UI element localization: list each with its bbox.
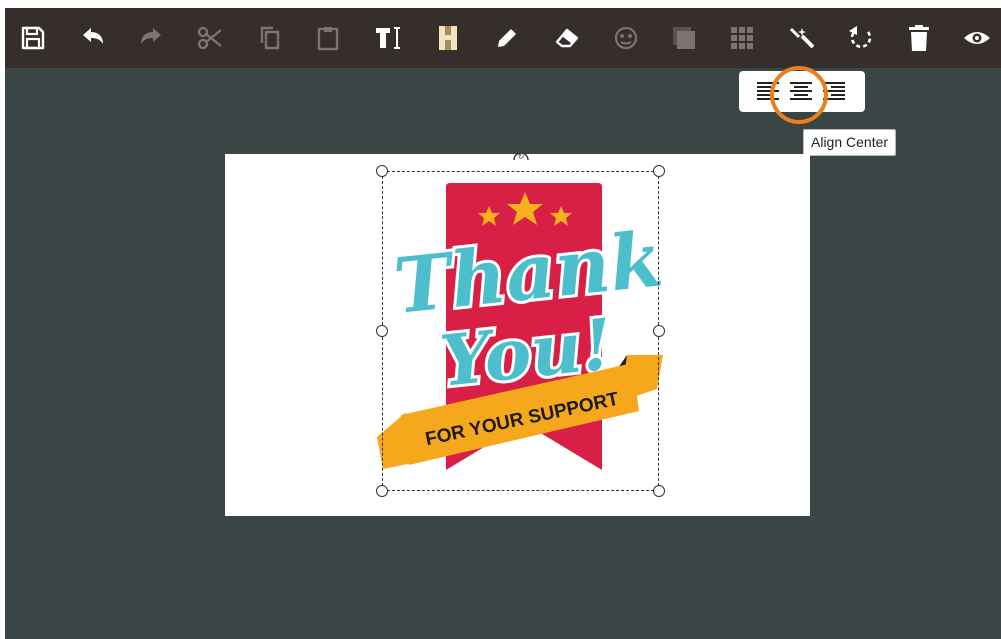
layers-icon (673, 27, 695, 49)
face-button[interactable] (609, 21, 643, 55)
eye-icon (964, 32, 990, 44)
align-right-icon (823, 82, 845, 100)
undo-icon (83, 28, 103, 44)
resize-handle-top-right[interactable] (653, 165, 665, 177)
selection-box (382, 171, 659, 491)
add-heading-button[interactable] (431, 21, 465, 55)
save-button[interactable] (16, 21, 50, 55)
editor-app: Align Center ↻ Thank You! FOR YOUR SUPPO… (5, 8, 1001, 639)
align-center-icon (790, 82, 812, 100)
copy-button[interactable] (253, 21, 287, 55)
add-text-button[interactable] (372, 21, 406, 55)
resize-handle-right[interactable] (653, 325, 665, 337)
delete-button[interactable] (902, 21, 936, 55)
pencil-icon (498, 29, 516, 47)
clipboard-icon (317, 27, 339, 51)
resize-handle-top-left[interactable] (376, 165, 388, 177)
eraser-button[interactable] (550, 21, 584, 55)
align-left-button[interactable] (755, 79, 781, 103)
rotation-handle[interactable]: ↻ (512, 148, 530, 160)
tooltip: Align Center (803, 129, 897, 156)
magic-button[interactable] (785, 21, 819, 55)
magic-wand-icon (789, 27, 815, 49)
paste-button[interactable] (311, 21, 345, 55)
layers-button[interactable] (667, 21, 701, 55)
save-icon (21, 26, 45, 50)
preview-button[interactable] (960, 21, 994, 55)
heading-icon (439, 26, 457, 50)
svg-text:↻: ↻ (518, 152, 525, 160)
trash-icon (909, 25, 929, 51)
grid-icon (731, 27, 753, 49)
design-canvas[interactable]: ↻ Thank You! FOR YOUR SUPPORT (225, 152, 810, 516)
scissors-icon (197, 26, 222, 50)
redo-button[interactable] (134, 21, 168, 55)
eraser-icon (555, 28, 579, 48)
copy-icon (260, 26, 280, 50)
rotate-button[interactable] (844, 21, 878, 55)
toolbar (5, 8, 1001, 68)
rotate-icon (849, 26, 872, 48)
resize-handle-bottom-right[interactable] (653, 485, 665, 497)
redo-icon (141, 28, 161, 44)
text-align-popup (739, 71, 865, 112)
align-left-icon (757, 82, 779, 100)
align-right-button[interactable] (821, 79, 847, 103)
resize-handle-left[interactable] (376, 325, 388, 337)
resize-handle-bottom-left[interactable] (376, 485, 388, 497)
cut-button[interactable] (193, 21, 227, 55)
align-center-button[interactable] (788, 79, 814, 103)
face-icon (614, 26, 638, 50)
text-cursor-icon (376, 27, 400, 49)
draw-button[interactable] (490, 21, 524, 55)
grid-button[interactable] (725, 21, 759, 55)
undo-button[interactable] (76, 21, 110, 55)
